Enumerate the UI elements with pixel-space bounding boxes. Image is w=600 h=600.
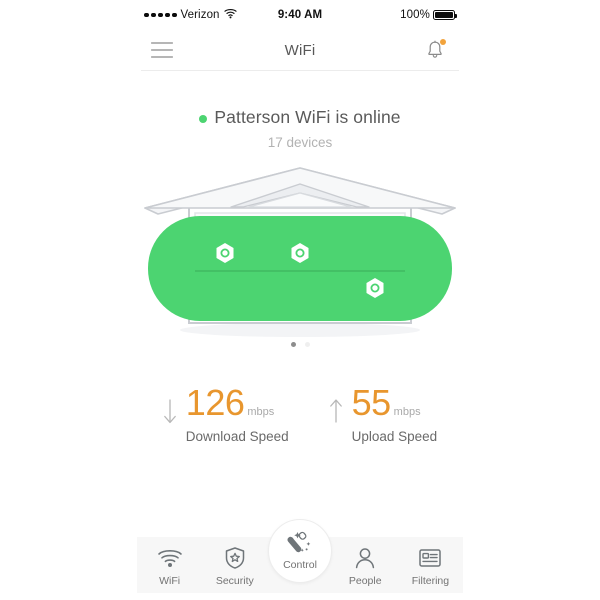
list-card-icon xyxy=(398,546,463,570)
tab-control-label: Control xyxy=(283,559,317,571)
upload-speed-stat: 55 mbps Upload Speed xyxy=(329,382,438,444)
network-status-block: Patterson WiFi is online 17 devices xyxy=(137,71,463,150)
arrow-down-icon xyxy=(163,399,177,430)
tab-filtering-label: Filtering xyxy=(411,575,450,587)
page-title: WiFi xyxy=(284,41,316,59)
shield-star-icon xyxy=(202,546,267,570)
notification-badge-dot xyxy=(440,39,446,45)
tab-control[interactable]: Control xyxy=(267,519,332,583)
download-speed-unit: mbps xyxy=(247,406,275,418)
pager-dot-1[interactable] xyxy=(290,342,296,347)
arrow-up-icon xyxy=(329,399,343,430)
battery-full-icon xyxy=(433,10,457,20)
upload-speed-unit: mbps xyxy=(393,406,421,418)
network-status-line: Patterson WiFi is online xyxy=(137,107,463,128)
status-online-dot-icon xyxy=(199,114,208,123)
battery-percent-label: 100% xyxy=(400,9,430,21)
pager-dot-2[interactable] xyxy=(304,342,310,347)
status-bar-right: 100% xyxy=(400,9,457,21)
tab-control-button[interactable]: Control xyxy=(268,519,332,583)
phone-screen: Verizon 9:40 AM 100% WiFi Patterson WiFi… xyxy=(137,0,463,600)
wifi-signal-icon xyxy=(137,546,202,570)
upload-speed-value: 55 xyxy=(351,382,392,423)
magic-wand-icon xyxy=(285,531,315,555)
nav-bar: WiFi xyxy=(137,30,463,70)
download-speed-value: 126 xyxy=(185,382,245,423)
tab-security[interactable]: Security xyxy=(202,537,267,587)
tab-people-label: People xyxy=(348,575,382,587)
person-icon xyxy=(333,546,398,570)
bell-icon[interactable] xyxy=(423,38,447,62)
tab-bar: WiFi Security Control People Filtering xyxy=(137,519,463,593)
tab-wifi-label: WiFi xyxy=(159,575,181,587)
carousel-pager[interactable] xyxy=(137,342,463,347)
tab-people[interactable]: People xyxy=(333,537,398,587)
hamburger-menu-icon[interactable] xyxy=(151,42,173,58)
device-count-label: 17 devices xyxy=(267,135,333,150)
upload-speed-label: Upload Speed xyxy=(351,429,438,444)
tab-filtering[interactable]: Filtering xyxy=(398,537,463,587)
house-wifi-coverage-illustration xyxy=(137,160,463,340)
download-speed-stat: 126 mbps Download Speed xyxy=(163,385,289,444)
status-bar: Verizon 9:40 AM 100% xyxy=(137,0,463,30)
download-speed-label: Download Speed xyxy=(185,429,289,444)
tab-wifi[interactable]: WiFi xyxy=(137,537,202,587)
speed-stats: 126 mbps Download Speed 55 mbps Upload S… xyxy=(137,385,463,444)
network-status-text: Patterson WiFi is online xyxy=(214,107,401,127)
tab-security-label: Security xyxy=(215,575,254,587)
